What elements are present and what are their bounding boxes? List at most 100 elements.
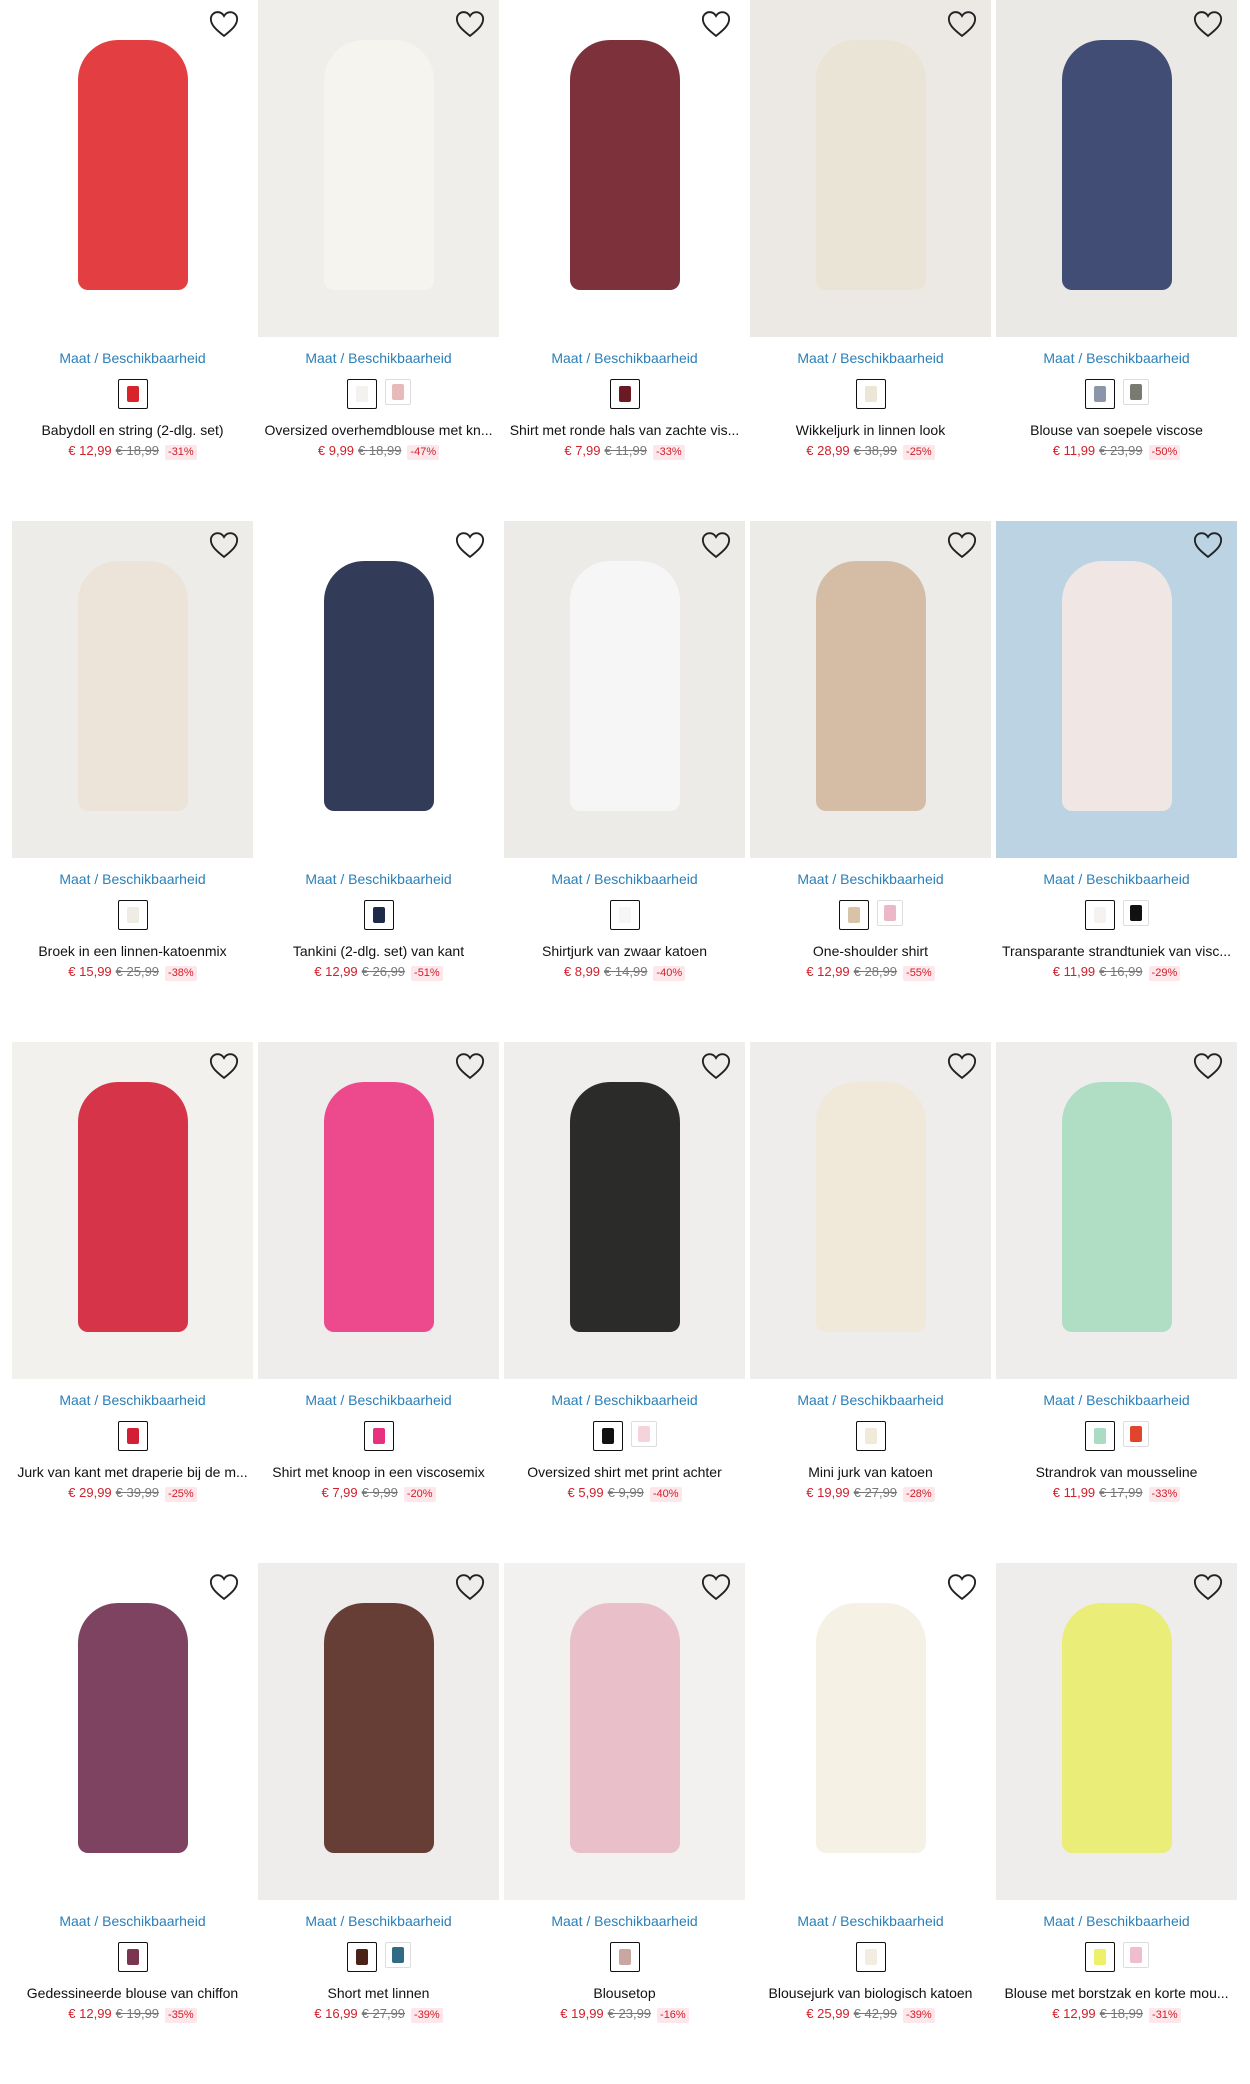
product-name[interactable]: Broek in een linnen-katoenmix xyxy=(12,942,253,960)
product-image[interactable] xyxy=(750,0,991,337)
wishlist-heart-icon[interactable] xyxy=(455,1052,485,1080)
product-image[interactable] xyxy=(258,0,499,337)
size-availability-link[interactable]: Maat / Beschikbaarheid xyxy=(996,1912,1237,1930)
product-name[interactable]: Shirt met ronde hals van zachte vis... xyxy=(504,421,745,439)
product-image[interactable] xyxy=(750,521,991,858)
wishlist-heart-icon[interactable] xyxy=(947,531,977,559)
size-availability-link[interactable]: Maat / Beschikbaarheid xyxy=(258,1391,499,1409)
product-card[interactable]: Maat / Beschikbaarheid One-shoulder shir… xyxy=(750,521,991,1042)
wishlist-heart-icon[interactable] xyxy=(947,1573,977,1601)
size-availability-link[interactable]: Maat / Beschikbaarheid xyxy=(996,870,1237,888)
product-card[interactable]: Maat / Beschikbaarheid Blousejurk van bi… xyxy=(750,1563,991,2084)
product-name[interactable]: Blousejurk van biologisch katoen xyxy=(750,1984,991,2002)
product-image[interactable] xyxy=(504,521,745,858)
product-name[interactable]: One-shoulder shirt xyxy=(750,942,991,960)
product-card[interactable]: Maat / Beschikbaarheid Shirt met ronde h… xyxy=(504,0,745,521)
size-availability-link[interactable]: Maat / Beschikbaarheid xyxy=(258,870,499,888)
color-swatch[interactable] xyxy=(876,900,903,926)
wishlist-heart-icon[interactable] xyxy=(455,531,485,559)
color-swatch[interactable] xyxy=(609,379,640,409)
color-swatch[interactable] xyxy=(1084,900,1115,930)
product-image[interactable] xyxy=(12,0,253,337)
wishlist-heart-icon[interactable] xyxy=(947,1052,977,1080)
wishlist-heart-icon[interactable] xyxy=(701,10,731,38)
product-card[interactable]: Maat / Beschikbaarheid Strandrok van mou… xyxy=(996,1042,1237,1563)
color-swatch[interactable] xyxy=(838,900,869,930)
color-swatch[interactable] xyxy=(1122,900,1149,926)
size-availability-link[interactable]: Maat / Beschikbaarheid xyxy=(504,1391,745,1409)
product-image[interactable] xyxy=(258,1042,499,1379)
size-availability-link[interactable]: Maat / Beschikbaarheid xyxy=(996,349,1237,367)
product-image[interactable] xyxy=(258,1563,499,1900)
wishlist-heart-icon[interactable] xyxy=(701,1052,731,1080)
size-availability-link[interactable]: Maat / Beschikbaarheid xyxy=(750,1912,991,1930)
size-availability-link[interactable]: Maat / Beschikbaarheid xyxy=(996,1391,1237,1409)
product-card[interactable]: Maat / Beschikbaarheid Babydoll en strin… xyxy=(12,0,253,521)
product-card[interactable]: Maat / Beschikbaarheid Short met linnen … xyxy=(258,1563,499,2084)
product-image[interactable] xyxy=(996,0,1237,337)
color-swatch[interactable] xyxy=(630,1421,657,1447)
product-image[interactable] xyxy=(504,1563,745,1900)
product-name[interactable]: Transparante strandtuniek van visc... xyxy=(996,942,1237,960)
wishlist-heart-icon[interactable] xyxy=(1193,1573,1223,1601)
product-card[interactable]: Maat / Beschikbaarheid Blouse met borstz… xyxy=(996,1563,1237,2084)
product-image[interactable] xyxy=(12,1042,253,1379)
wishlist-heart-icon[interactable] xyxy=(701,1573,731,1601)
color-swatch[interactable] xyxy=(592,1421,623,1451)
product-image[interactable] xyxy=(996,521,1237,858)
product-name[interactable]: Wikkeljurk in linnen look xyxy=(750,421,991,439)
color-swatch[interactable] xyxy=(855,379,886,409)
product-image[interactable] xyxy=(750,1563,991,1900)
product-name[interactable]: Babydoll en string (2-dlg. set) xyxy=(12,421,253,439)
wishlist-heart-icon[interactable] xyxy=(209,10,239,38)
color-swatch[interactable] xyxy=(117,900,148,930)
wishlist-heart-icon[interactable] xyxy=(209,1573,239,1601)
product-name[interactable]: Mini jurk van katoen xyxy=(750,1463,991,1481)
size-availability-link[interactable]: Maat / Beschikbaarheid xyxy=(12,1391,253,1409)
product-card[interactable]: Maat / Beschikbaarheid Shirtjurk van zwa… xyxy=(504,521,745,1042)
product-card[interactable]: Maat / Beschikbaarheid Transparante stra… xyxy=(996,521,1237,1042)
size-availability-link[interactable]: Maat / Beschikbaarheid xyxy=(750,1391,991,1409)
product-image[interactable] xyxy=(750,1042,991,1379)
color-swatch[interactable] xyxy=(117,1942,148,1972)
product-name[interactable]: Gedessineerde blouse van chiffon xyxy=(12,1984,253,2002)
color-swatch[interactable] xyxy=(346,379,377,409)
product-name[interactable]: Jurk van kant met draperie bij de m... xyxy=(12,1463,253,1481)
wishlist-heart-icon[interactable] xyxy=(455,1573,485,1601)
wishlist-heart-icon[interactable] xyxy=(947,10,977,38)
product-card[interactable]: Maat / Beschikbaarheid Shirt met knoop i… xyxy=(258,1042,499,1563)
product-image[interactable] xyxy=(996,1042,1237,1379)
color-swatch[interactable] xyxy=(1084,1942,1115,1972)
product-name[interactable]: Blouse van soepele viscose xyxy=(996,421,1237,439)
wishlist-heart-icon[interactable] xyxy=(1193,531,1223,559)
color-swatch[interactable] xyxy=(609,1942,640,1972)
size-availability-link[interactable]: Maat / Beschikbaarheid xyxy=(750,870,991,888)
color-swatch[interactable] xyxy=(384,379,411,405)
product-image[interactable] xyxy=(258,521,499,858)
size-availability-link[interactable]: Maat / Beschikbaarheid xyxy=(750,349,991,367)
product-name[interactable]: Blouse met borstzak en korte mou... xyxy=(996,1984,1237,2002)
product-card[interactable]: Maat / Beschikbaarheid Blousetop € 19,99… xyxy=(504,1563,745,2084)
product-card[interactable]: Maat / Beschikbaarheid Broek in een linn… xyxy=(12,521,253,1042)
product-card[interactable]: Maat / Beschikbaarheid Oversized shirt m… xyxy=(504,1042,745,1563)
product-image[interactable] xyxy=(12,1563,253,1900)
size-availability-link[interactable]: Maat / Beschikbaarheid xyxy=(504,349,745,367)
color-swatch[interactable] xyxy=(1122,1942,1149,1968)
wishlist-heart-icon[interactable] xyxy=(209,1052,239,1080)
color-swatch[interactable] xyxy=(855,1942,886,1972)
color-swatch[interactable] xyxy=(117,379,148,409)
wishlist-heart-icon[interactable] xyxy=(1193,1052,1223,1080)
size-availability-link[interactable]: Maat / Beschikbaarheid xyxy=(504,1912,745,1930)
product-name[interactable]: Tankini (2-dlg. set) van kant xyxy=(258,942,499,960)
product-name[interactable]: Short met linnen xyxy=(258,1984,499,2002)
product-name[interactable]: Shirt met knoop in een viscosemix xyxy=(258,1463,499,1481)
product-image[interactable] xyxy=(996,1563,1237,1900)
wishlist-heart-icon[interactable] xyxy=(701,531,731,559)
wishlist-heart-icon[interactable] xyxy=(455,10,485,38)
product-name[interactable]: Oversized overhemdblouse met kn... xyxy=(258,421,499,439)
product-card[interactable]: Maat / Beschikbaarheid Mini jurk van kat… xyxy=(750,1042,991,1563)
product-name[interactable]: Shirtjurk van zwaar katoen xyxy=(504,942,745,960)
size-availability-link[interactable]: Maat / Beschikbaarheid xyxy=(12,1912,253,1930)
color-swatch[interactable] xyxy=(1084,1421,1115,1451)
color-swatch[interactable] xyxy=(1084,379,1115,409)
